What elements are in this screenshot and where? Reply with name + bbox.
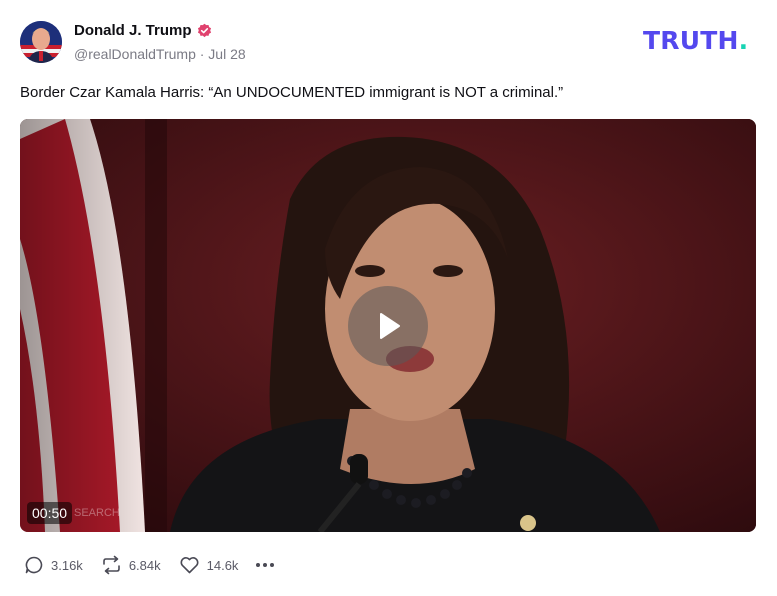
svg-text:SEARCH: SEARCH	[74, 507, 120, 519]
play-icon	[380, 313, 400, 339]
play-button[interactable]	[348, 286, 428, 366]
repost-icon	[103, 555, 120, 575]
avatar[interactable]	[20, 21, 62, 63]
logo-text: TRUTH	[643, 26, 739, 55]
more-dot	[270, 563, 275, 567]
retruth-button[interactable]: 6.84k	[101, 555, 161, 575]
truth-logo[interactable]: TRUTH.	[643, 28, 748, 53]
like-count: 14.6k	[206, 557, 239, 573]
video-duration: 00:50	[27, 502, 73, 524]
reply-button[interactable]: 3.16k	[24, 555, 83, 575]
like-button[interactable]: 14.6k	[179, 555, 239, 575]
logo-dot: .	[738, 26, 749, 55]
post-text: Border Czar Kamala Harris: “An UNDOCUMEN…	[20, 84, 564, 101]
more-dot	[263, 563, 268, 567]
author-name[interactable]: Donald J. Trump	[74, 22, 212, 39]
more-icon[interactable]	[256, 563, 275, 567]
comment-icon	[25, 556, 43, 574]
video-player[interactable]: SEARCH 00:50	[20, 119, 756, 532]
heart-icon	[180, 557, 199, 574]
author-meta[interactable]: @realDonaldTrump · Jul 28	[74, 46, 246, 62]
verified-badge-icon	[197, 23, 212, 38]
reply-count: 3.16k	[51, 557, 83, 573]
more-dot	[256, 563, 261, 567]
action-bar: 3.16k 6.84k 14.6k	[24, 554, 275, 576]
author-name-text[interactable]: Donald J. Trump	[74, 22, 192, 39]
truth-post: Donald J. Trump @realDonaldTrump · Jul 2…	[0, 0, 777, 596]
retruth-count: 6.84k	[128, 557, 161, 573]
